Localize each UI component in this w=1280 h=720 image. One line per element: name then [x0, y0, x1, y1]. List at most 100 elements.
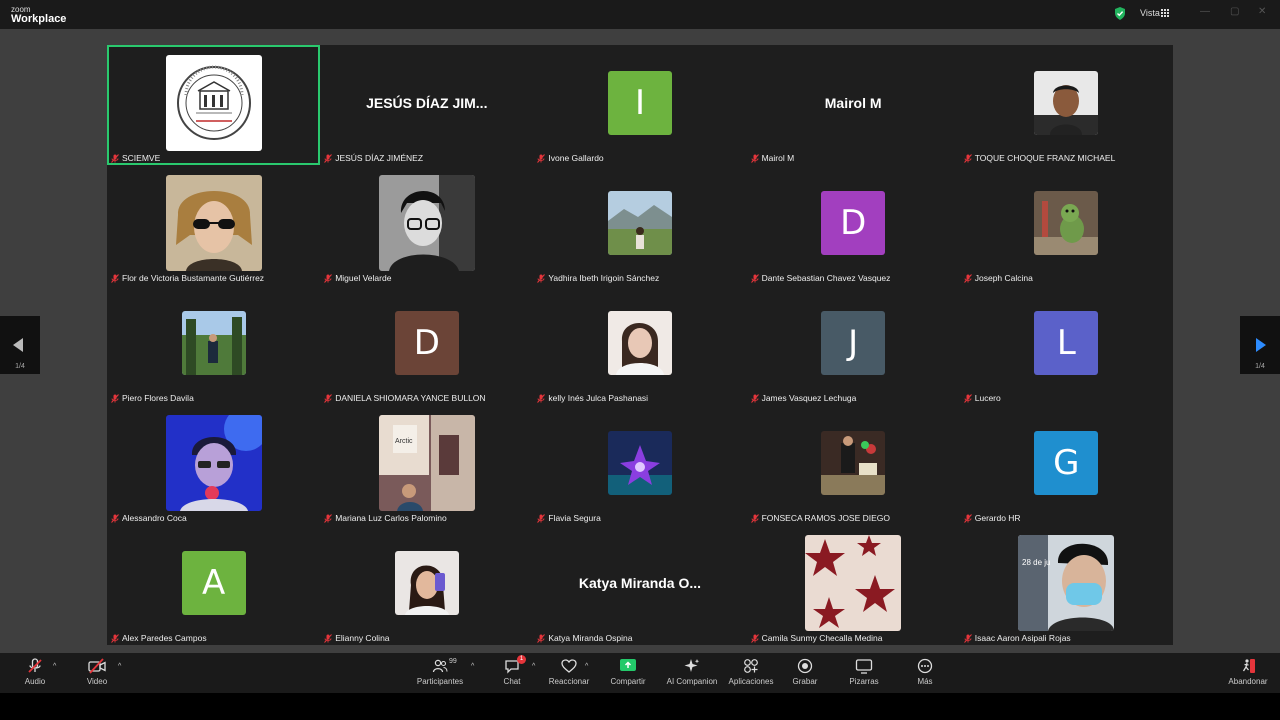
svg-text:28 de ju: 28 de ju: [1022, 558, 1050, 567]
participant-tile[interactable]: Arctic Mariana Luz Carlos Palomino: [320, 405, 534, 525]
participant-tile[interactable]: FONSECA RAMOS JOSE DIEGO: [746, 405, 960, 525]
whiteboards-button[interactable]: Pizarras: [848, 658, 880, 686]
participant-tile[interactable]: Elianny Colina: [320, 525, 534, 645]
microphone-muted-icon: [963, 513, 972, 523]
participant-tile[interactable]: Flavia Segura: [533, 405, 747, 525]
close-icon[interactable]: ✕: [1258, 6, 1266, 17]
participant-photo: [394, 550, 459, 615]
next-page-button[interactable]: 1/4: [1240, 316, 1280, 374]
microphone-muted-icon: [111, 273, 119, 283]
microphone-muted-icon: [750, 153, 759, 163]
participant-tile[interactable]: Yadhira Ibeth Irigoin Sánchez: [533, 165, 747, 285]
audio-options-caret-icon[interactable]: ^: [53, 663, 56, 670]
participant-tile[interactable]: D Dante Sebastian Chavez Vasquez: [746, 165, 960, 285]
microphone-muted-icon: [324, 153, 333, 163]
participant-name: Yadhira Ibeth Irigoin Sánchez: [548, 273, 660, 283]
participant-video: [378, 174, 475, 271]
participant-nameplate: Yadhira Ibeth Irigoin Sánchez: [537, 273, 659, 283]
video-camera-off-icon: [88, 658, 106, 674]
record-button[interactable]: Grabar: [790, 658, 820, 686]
participant-name: SCIEMVE: [122, 153, 161, 163]
sciemve-logo: [165, 54, 262, 151]
participants-options-caret-icon[interactable]: ^: [471, 663, 474, 670]
participant-tile[interactable]: Piero Flores Davila: [107, 285, 321, 405]
audio-button[interactable]: Audio: [22, 658, 48, 686]
apps-label: Aplicaciones: [728, 677, 774, 686]
participant-tile[interactable]: J James Vasquez Lechuga: [746, 285, 960, 405]
chat-button[interactable]: 1 Chat: [500, 655, 526, 686]
participant-tile[interactable]: TOQUE CHOQUE FRANZ MICHAEL: [959, 45, 1173, 165]
microphone-muted-icon: [324, 393, 333, 403]
audio-label: Audio: [24, 677, 46, 686]
microphone-muted-icon: [750, 273, 759, 283]
share-button[interactable]: Compartir: [608, 658, 648, 686]
participant-name: Dante Sebastian Chavez Vasquez: [761, 273, 891, 283]
participant-nameplate: Dante Sebastian Chavez Vasquez: [750, 273, 891, 283]
apps-button[interactable]: Aplicaciones: [726, 658, 776, 686]
whiteboard-icon: [855, 659, 873, 674]
title-bar: zoom Workplace Vista — ▢ ✕: [0, 0, 1280, 29]
participant-tile[interactable]: D DANIELA SHIOMARA YANCE BULLON: [320, 285, 534, 405]
video-button[interactable]: Video: [84, 658, 110, 686]
minimize-icon[interactable]: —: [1200, 6, 1210, 17]
view-grid-icon[interactable]: [1161, 9, 1170, 18]
avatar-initial: L: [1034, 310, 1099, 375]
participant-photo: [607, 190, 672, 255]
video-options-caret-icon[interactable]: ^: [118, 663, 121, 670]
participant-tile[interactable]: G Gerardo HR: [959, 405, 1173, 525]
ai-companion-button[interactable]: AI Companion: [664, 658, 720, 686]
participant-tile[interactable]: Miguel Velarde: [320, 165, 534, 285]
participant-tile[interactable]: Katya Miranda O... Katya Miranda Ospina: [533, 525, 747, 645]
microphone-muted-icon: [111, 153, 119, 163]
participant-tile[interactable]: JESÚS DÍAZ JIM... JESÚS DÍAZ JIMÉNEZ: [320, 45, 534, 165]
participant-nameplate: FONSECA RAMOS JOSE DIEGO: [750, 513, 890, 523]
participant-tile[interactable]: 28 de ju Isaac Aaron Asipali Rojas: [959, 525, 1173, 645]
participant-name: Elianny Colina: [335, 633, 390, 643]
microphone-muted-icon: [28, 658, 42, 673]
avatar-initial: D: [821, 190, 886, 255]
more-button[interactable]: Más: [913, 658, 937, 686]
chat-unread-badge: 1: [517, 655, 526, 664]
avatar-initial: I: [607, 70, 672, 135]
participant-tile[interactable]: Mairol M Mairol M: [746, 45, 960, 165]
microphone-muted-icon: [324, 633, 333, 643]
participant-tile[interactable]: A Alex Paredes Campos: [107, 525, 321, 645]
view-menu-button[interactable]: Vista: [1140, 8, 1160, 18]
microphone-muted-icon: [750, 633, 759, 643]
participant-nameplate: kelly Inés Julca Pashanasi: [537, 393, 648, 403]
whiteboards-label: Pizarras: [849, 677, 879, 686]
shield-check-icon[interactable]: [1114, 7, 1126, 20]
avatar-initial: D: [394, 310, 459, 375]
participant-name: Mairol M: [761, 153, 795, 163]
participant-nameplate: Camila Sunmy Checalla Medina: [750, 633, 883, 643]
maximize-icon[interactable]: ▢: [1230, 6, 1239, 17]
participant-tile[interactable]: SCIEMVE: [107, 45, 321, 165]
participant-video: [165, 174, 262, 271]
participant-tile[interactable]: Joseph Calcina: [959, 165, 1173, 285]
previous-page-button[interactable]: 1/4: [0, 316, 40, 374]
participant-nameplate: Flor de Victoria Bustamante Gutiérrez: [111, 273, 264, 283]
zoom-meeting-window: zoom Workplace Vista — ▢ ✕ 1/4 1/4 SCIEM…: [0, 0, 1280, 720]
participant-tile[interactable]: I Ivone Gallardo: [533, 45, 747, 165]
microphone-muted-icon: [111, 633, 119, 643]
participant-photo: [1034, 70, 1099, 135]
participant-nameplate: Joseph Calcina: [963, 273, 1033, 283]
react-options-caret-icon[interactable]: ^: [585, 663, 588, 670]
participant-nameplate: James Vasquez Lechuga: [750, 393, 856, 403]
participant-tile[interactable]: L Lucero: [959, 285, 1173, 405]
leave-button[interactable]: Abandonar: [1226, 658, 1270, 686]
participant-display-name: JESÚS DÍAZ JIM...: [366, 95, 488, 111]
participant-nameplate: Katya Miranda Ospina: [537, 633, 632, 643]
participant-tile[interactable]: Flor de Victoria Bustamante Gutiérrez: [107, 165, 321, 285]
chat-options-caret-icon[interactable]: ^: [532, 663, 535, 670]
participant-tile[interactable]: Alessandro Coca: [107, 405, 321, 525]
participant-tile[interactable]: Camila Sunmy Checalla Medina: [746, 525, 960, 645]
participant-tile[interactable]: kelly Inés Julca Pashanasi: [533, 285, 747, 405]
participant-video: 28 de ju: [1018, 534, 1115, 631]
participant-display-name: Mairol M: [824, 95, 882, 111]
participants-icon: [432, 659, 448, 673]
leave-icon: [1242, 659, 1255, 673]
participants-button[interactable]: 99 Participantes: [412, 658, 468, 686]
participant-name: Gerardo HR: [974, 513, 1021, 523]
participant-photo: [607, 310, 672, 375]
